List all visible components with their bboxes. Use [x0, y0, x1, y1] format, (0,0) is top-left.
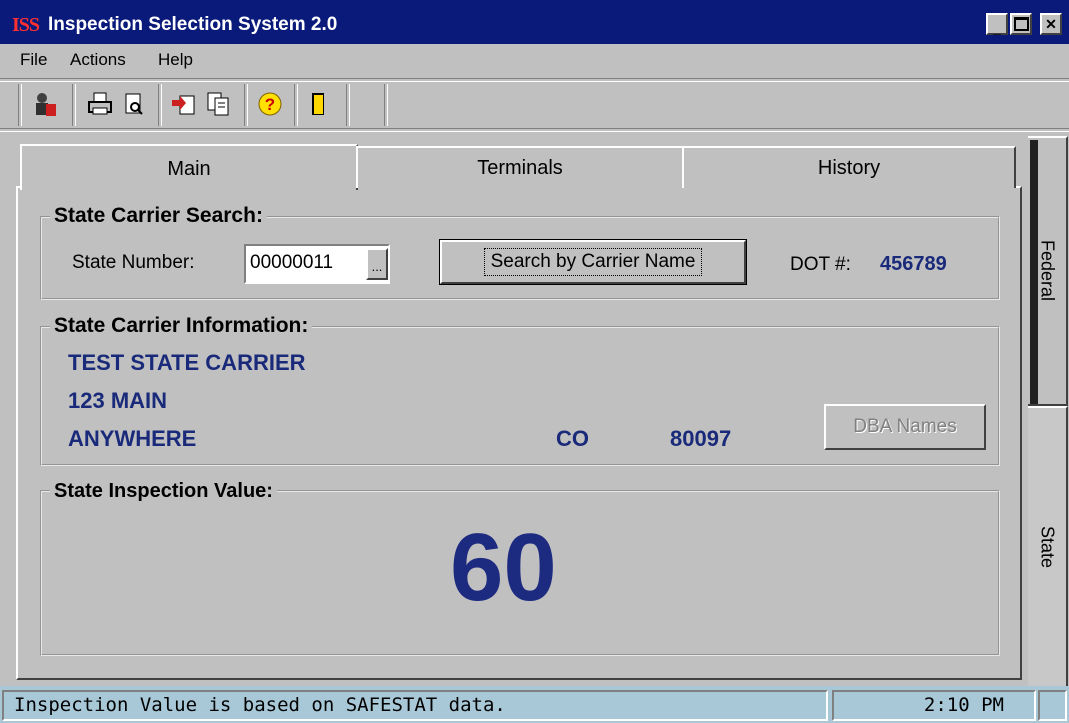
state-carrier-search-label: State Carrier Search: [50, 204, 267, 228]
side-tab-shadow [1030, 140, 1038, 404]
export-button[interactable] [168, 88, 200, 120]
printer-icon [88, 92, 112, 115]
carrier-city: ANYWHERE [68, 426, 197, 451]
app-logo-icon: ISS [12, 14, 40, 36]
help-button[interactable]: ? [254, 88, 286, 120]
search-by-carrier-name-label: Search by Carrier Name [483, 248, 703, 276]
toolbar-separator [72, 84, 76, 126]
state-inspection-value-label: State Inspection Value: [50, 480, 277, 503]
status-size-grip[interactable] [1038, 690, 1067, 721]
menu-help[interactable]: Help [158, 50, 193, 70]
status-time: 2:10 PM [832, 690, 1036, 721]
carrier-name: TEST STATE CARRIER [68, 350, 306, 375]
tab-main[interactable]: Main [20, 144, 358, 190]
dot-number-label: DOT #: [790, 254, 851, 275]
toolbar-separator [384, 84, 388, 126]
inspection-value: 60 [450, 514, 557, 621]
maximize-icon [1013, 17, 1029, 31]
carrier-address: 123 MAIN [68, 388, 168, 413]
dba-names-button[interactable]: DBA Names [824, 404, 986, 450]
copy-button[interactable] [202, 88, 234, 120]
print-preview-button[interactable] [118, 88, 150, 120]
print-button[interactable] [84, 88, 116, 120]
state-number-lookup-button[interactable]: ... [366, 248, 388, 280]
print-preview-icon [125, 93, 143, 115]
close-icon: ✕ [1045, 16, 1057, 32]
side-tab-state[interactable]: State [1028, 406, 1068, 688]
dot-number-value: 456789 [880, 253, 947, 275]
toolbar-separator [244, 84, 248, 126]
state-carrier-information-label: State Carrier Information: [50, 314, 313, 338]
export-icon [172, 95, 195, 115]
toolbar-separator [294, 84, 298, 126]
exit-door-icon [312, 93, 324, 115]
state-number-value: 00000011 [250, 252, 334, 273]
tab-history[interactable]: History [682, 146, 1016, 188]
carrier-state: CO [556, 426, 589, 451]
toolbar-grip [18, 84, 22, 126]
svg-text:?: ? [265, 95, 275, 114]
minimize-button[interactable]: _ [986, 13, 1008, 35]
exit-button[interactable] [302, 88, 334, 120]
state-number-label: State Number: [72, 252, 195, 273]
side-tab-federal-label: Federal [1037, 240, 1058, 302]
menu-divider [0, 78, 1069, 82]
inspector-icon [36, 93, 56, 116]
toolbar-separator [346, 84, 350, 126]
status-message: Inspection Value is based on SAFESTAT da… [2, 690, 828, 721]
select-carrier-tool-button[interactable] [28, 88, 60, 120]
help-question-icon: ? [258, 92, 282, 116]
window-title: Inspection Selection System 2.0 [48, 14, 338, 35]
maximize-button[interactable] [1010, 13, 1032, 35]
search-by-carrier-name-button[interactable]: Search by Carrier Name [439, 239, 747, 285]
copy-pages-icon [207, 92, 229, 116]
toolbar-separator [158, 84, 162, 126]
minimize-icon: _ [993, 20, 1001, 36]
carrier-zip: 80097 [670, 426, 732, 451]
menu-actions[interactable]: Actions [70, 50, 126, 70]
side-tab-state-label: State [1037, 525, 1058, 569]
tab-terminals[interactable]: Terminals [356, 146, 684, 188]
menu-file[interactable]: File [20, 50, 47, 70]
toolbar-divider [0, 128, 1069, 132]
close-button[interactable]: ✕ [1040, 13, 1062, 35]
